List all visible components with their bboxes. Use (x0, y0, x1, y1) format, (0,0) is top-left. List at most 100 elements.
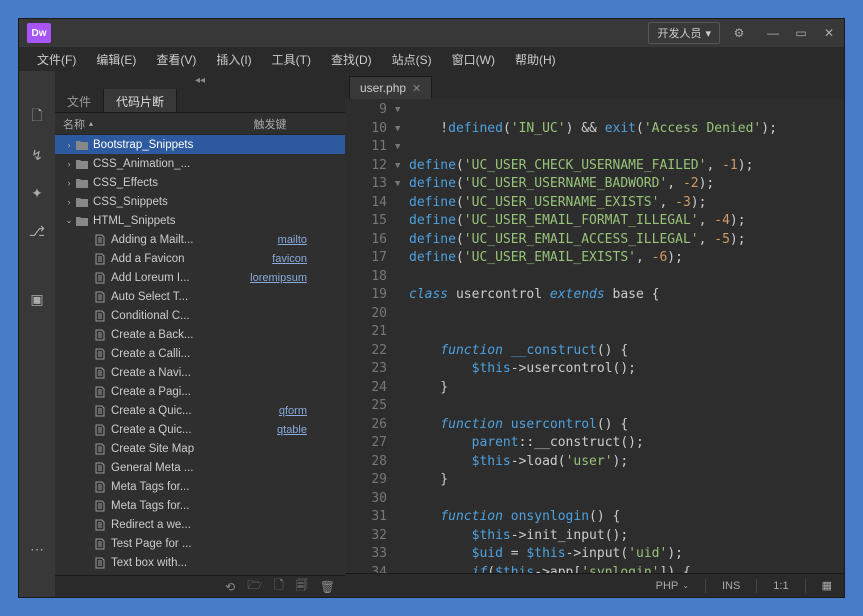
snippets-tree[interactable]: ›Bootstrap_Snippets›CSS_Animation_...›CS… (55, 135, 345, 575)
folder-icon (75, 214, 89, 228)
git-icon[interactable]: ⎇ (27, 221, 47, 241)
titlebar[interactable]: Dw 开发人员 ▾ ⚙ — ▭ ✕ (19, 19, 844, 47)
menu-item[interactable]: 站点(S) (382, 49, 442, 70)
snippet-icon[interactable]: ▣ (27, 289, 47, 309)
file-icon (93, 404, 107, 418)
tree-file[interactable]: Meta Tags for... (55, 496, 345, 515)
tree-file[interactable]: Create a Navi... (55, 363, 345, 382)
minimize-button[interactable]: — (766, 26, 780, 40)
trigger-key[interactable]: qtable (277, 424, 337, 436)
tree-item-label: HTML_Snippets (93, 215, 175, 227)
css-designer-icon[interactable]: ✦ (27, 183, 47, 203)
tree-item-label: Meta Tags for... (111, 500, 189, 512)
column-trigger-label: 触发键 (203, 116, 337, 132)
menu-item[interactable]: 插入(I) (206, 49, 261, 70)
fold-marker[interactable]: ▼ (395, 101, 409, 120)
folder-icon (75, 138, 89, 152)
insert-mode[interactable]: INS (722, 580, 740, 592)
code-content[interactable]: !defined('IN_UC') && exit('Access Denied… (409, 99, 844, 573)
trigger-key[interactable]: qform (279, 405, 337, 417)
tree-folder[interactable]: ⌄ HTML_Snippets (55, 211, 345, 230)
fold-gutter[interactable]: ▼▼▼▼▼ (395, 99, 409, 573)
tree-file[interactable]: Text box with... (55, 553, 345, 572)
more-tools-icon[interactable]: ⋯ (27, 539, 47, 559)
tree-folder[interactable]: ›CSS_Snippets (55, 192, 345, 211)
file-icon (93, 328, 107, 342)
file-manage-icon[interactable]: 🗋 (27, 107, 47, 127)
disclosure-arrow-icon[interactable]: ⌄ (63, 215, 75, 226)
tree-file[interactable]: Create a Back... (55, 325, 345, 344)
close-button[interactable]: ✕ (822, 26, 836, 40)
panel-collapse-handle[interactable]: ◂◂ (55, 71, 345, 89)
statusbar: PHP ⌄ INS 1:1 ▦ (345, 573, 844, 597)
file-icon (93, 347, 107, 361)
close-tab-icon[interactable]: ✕ (412, 82, 421, 95)
panel-tab[interactable]: 代码片断 (104, 89, 177, 112)
disclosure-arrow-icon[interactable]: › (63, 159, 75, 169)
trigger-key[interactable]: favicon (272, 253, 337, 265)
menubar: 文件(F)编辑(E)查看(V)插入(I)工具(T)查找(D)站点(S)窗口(W)… (19, 47, 844, 71)
tree-item-label: Auto Select T... (111, 291, 188, 303)
fold-marker[interactable]: ▼ (395, 138, 409, 157)
language-label: PHP (656, 580, 679, 592)
tree-file[interactable]: Create a Calli... (55, 344, 345, 363)
tree-file[interactable]: General Meta ... (55, 458, 345, 477)
menu-item[interactable]: 帮助(H) (505, 49, 566, 70)
fold-marker[interactable]: ▼ (395, 157, 409, 176)
menu-item[interactable]: 编辑(E) (86, 49, 146, 70)
tree-item-label: Create a Quic... (111, 405, 192, 417)
language-selector[interactable]: PHP ⌄ (656, 580, 689, 592)
fold-marker[interactable]: ▼ (395, 175, 409, 194)
menu-item[interactable]: 文件(F) (27, 49, 86, 70)
menu-item[interactable]: 工具(T) (262, 49, 321, 70)
tree-item-label: Add Loreum I... (111, 272, 190, 284)
main-area: 🗋 ↯ ✦ ⎇ ▣ ⋯ ◂◂ 文件代码片断 名称 ▴ 触发键 ›Bootstra… (19, 71, 844, 597)
sync-settings-icon[interactable]: ⚙ (732, 26, 746, 40)
menu-item[interactable]: 窗口(W) (442, 49, 505, 70)
fold-marker[interactable]: ▼ (395, 120, 409, 139)
tree-file[interactable]: Create a Quic... qform (55, 401, 345, 420)
trigger-key[interactable]: mailto (278, 234, 337, 246)
tree-file[interactable]: Create a Pagi... (55, 382, 345, 401)
tree-file[interactable]: Conditional C... (55, 306, 345, 325)
trigger-key[interactable]: loremipsum (250, 272, 337, 284)
tree-item-label: Create a Quic... (111, 424, 192, 436)
extract-icon[interactable]: ↯ (27, 145, 47, 165)
panel-tab[interactable]: 文件 (55, 89, 104, 112)
tree-item-label: Redirect a we... (111, 519, 191, 531)
maximize-button[interactable]: ▭ (794, 26, 808, 40)
tree-file[interactable]: Auto Select T... (55, 287, 345, 306)
tree-folder[interactable]: ›CSS_Animation_... (55, 154, 345, 173)
disclosure-arrow-icon[interactable]: › (63, 178, 75, 188)
disclosure-arrow-icon[interactable]: › (63, 197, 75, 207)
tree-file[interactable]: Create Site Map (55, 439, 345, 458)
code-editor[interactable]: 9101112131415161718192021222324252627282… (345, 99, 844, 573)
panel-tabs: 文件代码片断 (55, 89, 345, 113)
tree-folder[interactable]: ›CSS_Effects (55, 173, 345, 192)
tree-file[interactable]: Meta Tags for... (55, 477, 345, 496)
sort-up-icon[interactable]: ▴ (89, 119, 93, 128)
file-tab[interactable]: user.php ✕ (349, 76, 432, 99)
tree-file[interactable]: Add Loreum I... loremipsum (55, 268, 345, 287)
folder-icon (75, 176, 89, 190)
new-snippet-icon[interactable]: 🗋 (274, 576, 284, 597)
tree-file[interactable]: Create a Quic... qtable (55, 420, 345, 439)
workspace-switcher[interactable]: 开发人员 ▾ (648, 22, 720, 44)
file-icon (93, 271, 107, 285)
disclosure-arrow-icon[interactable]: › (63, 140, 75, 150)
column-name-label: 名称 (63, 116, 85, 132)
tree-file[interactable]: Add a Faviconfavicon (55, 249, 345, 268)
delete-icon[interactable]: 🗑 (320, 580, 335, 594)
sync-icon[interactable]: ⟲ (225, 580, 235, 594)
preview-icon[interactable]: ▦ (822, 579, 832, 592)
file-icon (93, 385, 107, 399)
menu-item[interactable]: 查看(V) (146, 49, 206, 70)
tree-file[interactable]: Redirect a we... (55, 515, 345, 534)
tree-folder[interactable]: ›Bootstrap_Snippets (55, 135, 345, 154)
edit-snippet-icon[interactable]: 🗐 (296, 576, 308, 597)
menu-item[interactable]: 查找(D) (321, 49, 382, 70)
new-folder-icon[interactable]: 🗁 (247, 576, 262, 597)
tree-file[interactable]: Adding a Mailt...mailto (55, 230, 345, 249)
tree-file[interactable]: Test Page for ... (55, 534, 345, 553)
file-icon (93, 442, 107, 456)
